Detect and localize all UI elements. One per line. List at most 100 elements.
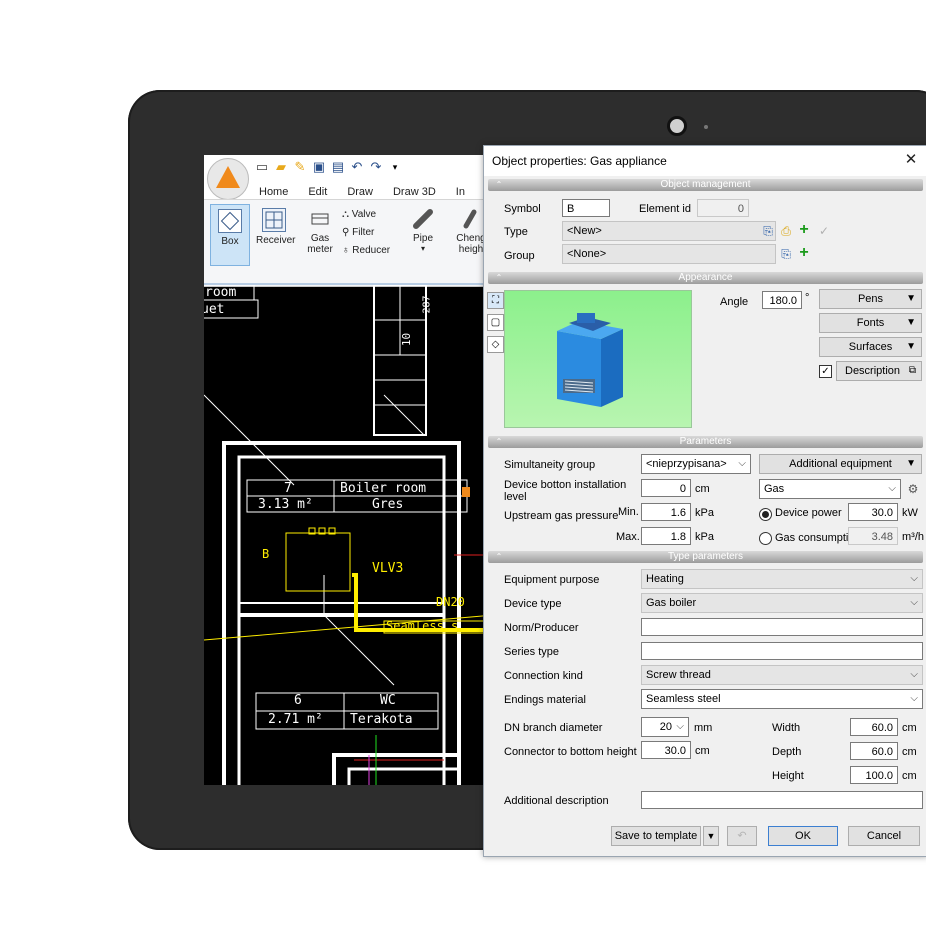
additional-equipment-button[interactable]: Additional equipment ▼ [759,454,922,474]
dn-branch-select[interactable]: 20 ⌵ [641,717,689,737]
series-type-label: Series type [504,646,560,658]
device-power-radio[interactable] [759,508,772,521]
width-input[interactable]: 60.0 [850,718,898,736]
receiver-button[interactable]: Receiver [256,208,296,246]
gas-properties-icon[interactable]: ⚙ [905,481,921,497]
description-button[interactable]: Description ⧉ [836,361,922,381]
group-add-icon[interactable]: + [796,245,812,261]
save-template-dropdown[interactable]: ▼ [703,826,719,846]
section-appearance[interactable]: ⌃ Appearance [488,272,923,284]
valve-button[interactable]: ⛬ Valve [342,206,390,224]
object-properties-dialog: Object properties: Gas appliance ✕ ⌃ Obj… [483,145,926,857]
equipment-purpose-value: Heating [646,573,684,585]
section-type-parameters[interactable]: ⌃ Type parameters [488,551,923,563]
type-info-icon[interactable]: ⎘ [760,223,776,239]
series-type-input[interactable] [641,642,923,660]
save-to-template-button[interactable]: Save to template [611,826,701,846]
device-bottom-input[interactable]: 0 [641,479,691,497]
section-parameters[interactable]: ⌃ Parameters [488,436,923,448]
additional-equipment-label: Additional equipment [789,458,892,470]
view-iso-icon[interactable]: ◇ [487,336,504,353]
gas-consumption-input: 3.48 [848,527,898,545]
valve-label: Valve [351,209,377,220]
section-title: Parameters [679,436,732,447]
height-input[interactable]: 100.0 [850,766,898,784]
cad-room-label-2: uet [204,302,225,317]
group-value: <None> [567,248,607,260]
equipment-purpose-select[interactable]: Heating ⌵ [641,569,923,589]
type-apply-icon: ✓ [818,224,830,238]
redo-icon[interactable]: ↷ [368,159,384,175]
type-add-icon[interactable]: + [796,222,812,238]
cancel-button[interactable]: Cancel [848,826,920,846]
connector-height-input[interactable]: 30.0 [641,741,691,759]
collapse-icon: ⌃ [495,273,503,282]
endings-material-select[interactable]: Seamless steel ⌵ [641,689,923,709]
new-file-icon[interactable]: ▭ [254,159,270,175]
close-icon[interactable]: ✕ [901,150,921,170]
collapse-icon: ⌃ [495,552,503,561]
save-icon[interactable]: ▣ [311,159,327,175]
device-power-input[interactable]: 30.0 [848,503,898,521]
section-title: Appearance [678,272,733,283]
receiver-label: Receiver [256,235,296,246]
angle-input[interactable]: 180.0 [762,291,802,309]
symbol-input[interactable]: B [562,199,610,217]
section-object-management[interactable]: ⌃ Object management [488,179,923,191]
type-edit-icon[interactable]: ⎙ [778,223,794,239]
type-select[interactable]: <New> [562,221,776,241]
device-type-select[interactable]: Gas boiler ⌵ [641,593,923,613]
dialog-titlebar: Object properties: Gas appliance ✕ [484,146,926,176]
view-plan-icon[interactable]: ▢ [487,314,504,331]
fittings-list: ⛬ Valve ⚲ Filter ♁ Reducer [342,206,390,260]
group-info-icon[interactable]: ⎘ [778,246,794,262]
connection-kind-select[interactable]: Screw thread ⌵ [641,665,923,685]
device-type-label: Device type [504,598,562,610]
save-as-icon[interactable]: ▤ [330,159,346,175]
ribbon: ▭ ▰ ✎ ▣ ▤ ↶ ↷ ▾ Home Edit Draw Draw 3D I… [204,155,494,287]
edit-icon[interactable]: ✎ [292,159,308,175]
undo-icon[interactable]: ↶ [349,159,365,175]
cad-room-floor-gres: Gres [372,497,404,512]
camera-icon [667,116,687,136]
fonts-button[interactable]: Fonts ▼ [819,313,922,333]
simultaneity-select[interactable]: <nieprzypisana> ⌵ [641,454,751,474]
connection-kind-value: Screw thread [646,669,711,681]
height-label: Height [772,770,804,782]
section-title: Type parameters [667,551,744,562]
section-title: Object management [660,179,751,190]
chevron-down-icon: ⌵ [888,483,896,494]
pipe-label: Pipe [412,233,433,244]
norm-producer-input[interactable] [641,618,923,636]
pens-button[interactable]: Pens ▼ [819,289,922,309]
open-file-icon[interactable]: ▰ [273,159,289,175]
max-pressure-input[interactable]: 1.8 [641,527,691,545]
description-checkbox[interactable]: ✓ [819,365,832,378]
dropdown-arrow-icon: ▼ [706,831,716,841]
reducer-button[interactable]: ♁ Reducer [342,242,390,260]
group-select[interactable]: <None> [562,244,776,264]
view-3d-icon[interactable]: ⛶ [487,292,504,309]
reducer-label: Reducer [352,245,391,256]
additional-description-input[interactable] [641,791,923,809]
box-button[interactable]: Box [210,204,250,266]
ok-button[interactable]: OK [768,826,838,846]
dialog-title: Object properties: Gas appliance [492,154,667,168]
pipe-dropdown-icon[interactable]: ▾ [408,244,438,253]
cad-symbol-b: B [262,547,270,561]
gas-select[interactable]: Gas ⌵ [759,479,901,499]
min-pressure-input[interactable]: 1.6 [641,503,691,521]
gas-consumption-radio[interactable] [759,532,772,545]
norm-producer-label: Norm/Producer [504,622,579,634]
filter-button[interactable]: ⚲ Filter [342,224,390,242]
dropdown-arrow-icon: ▼ [906,293,916,304]
pipe-button[interactable]: Pipe ▾ [408,208,438,253]
chevron-down-icon: ⌵ [910,573,918,584]
gas-meter-label: Gas meter [307,233,333,255]
depth-input[interactable]: 60.0 [850,742,898,760]
qat-menu-icon[interactable]: ▾ [387,159,403,175]
gas-meter-button[interactable]: Gas meter [302,208,338,255]
valve-icon: ⛬ [342,209,349,220]
cad-drawing-canvas[interactable]: room uet 10 287 7 Boiler room 3.13 m² Gr… [204,284,494,785]
surfaces-button[interactable]: Surfaces ▼ [819,337,922,357]
